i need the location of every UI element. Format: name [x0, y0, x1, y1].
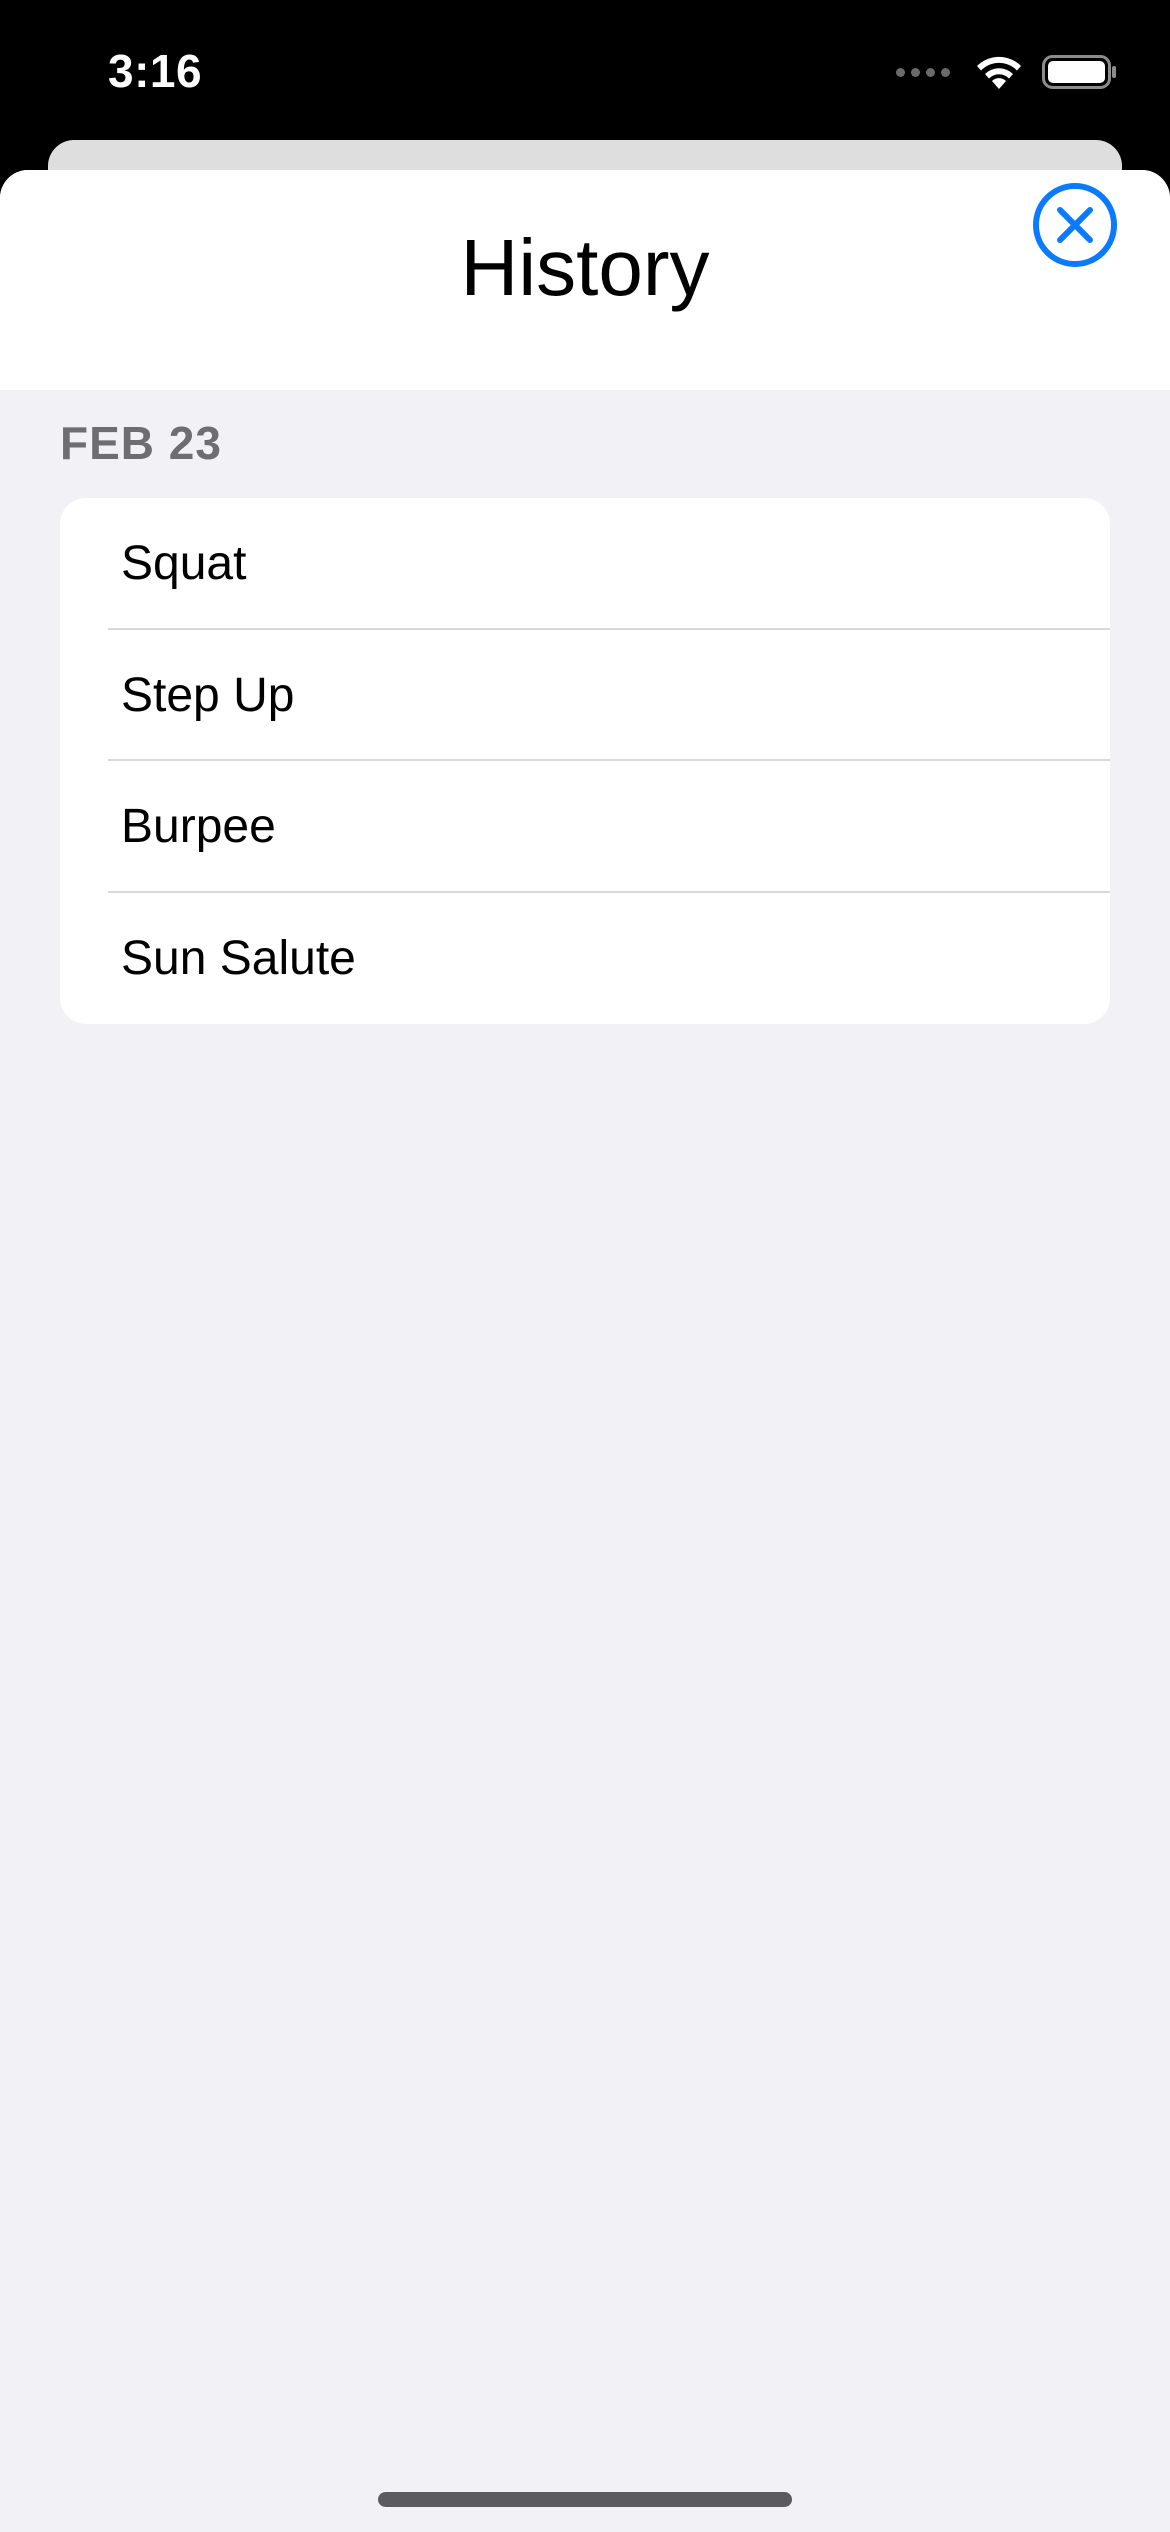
- status-time: 3:16: [108, 45, 203, 97]
- list-item-label: Sun Salute: [121, 931, 356, 985]
- xmark-circle-icon: [1033, 183, 1117, 267]
- navigation-bar: History: [0, 170, 1170, 390]
- close-button[interactable]: [1030, 180, 1120, 270]
- screen: 3:16 History FEB 23 Squat Step Up Burpee…: [0, 0, 1170, 2532]
- list-item-label: Step Up: [121, 668, 295, 722]
- list-item[interactable]: Sun Salute: [60, 893, 1110, 1025]
- history-sheet: History FEB 23 Squat Step Up Burpee Sun …: [0, 170, 1170, 2532]
- cellular-dots-icon: [896, 67, 950, 77]
- history-list: Squat Step Up Burpee Sun Salute: [60, 498, 1110, 1024]
- page-title: History: [460, 223, 710, 312]
- section-header-date: FEB 23: [60, 417, 222, 469]
- list-item-label: Squat: [121, 537, 247, 591]
- status-bar: 3:16: [0, 0, 1170, 140]
- list-item[interactable]: Step Up: [60, 630, 1110, 761]
- home-indicator[interactable]: [378, 2492, 792, 2507]
- list-item-label: Burpee: [121, 800, 276, 854]
- battery-icon: [1042, 55, 1116, 89]
- wifi-icon: [977, 56, 1021, 89]
- list-item[interactable]: Squat: [60, 498, 1110, 630]
- status-icons: [896, 52, 1118, 92]
- list-item[interactable]: Burpee: [60, 761, 1110, 893]
